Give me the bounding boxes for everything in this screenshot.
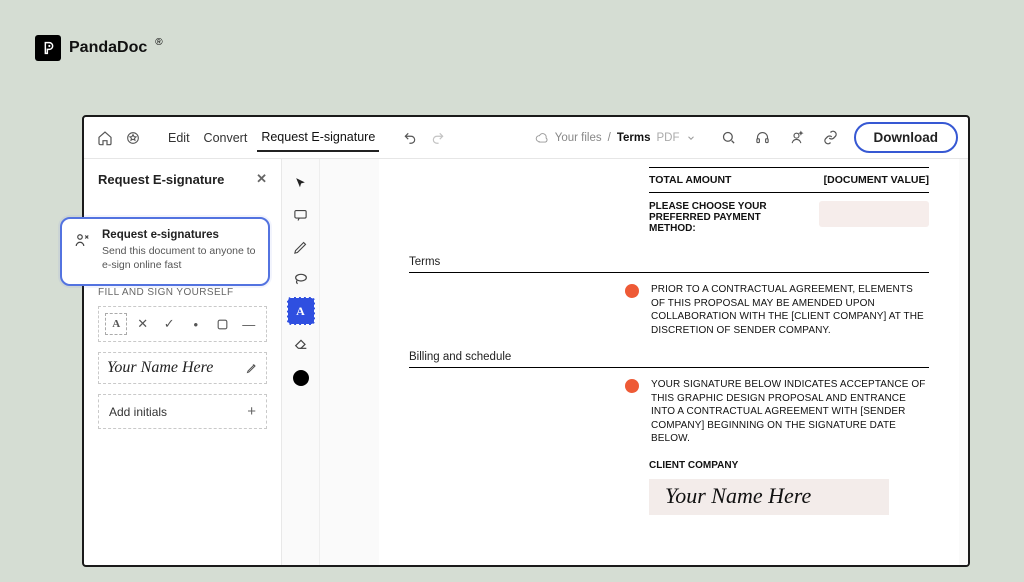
text-tool-icon[interactable]: A — [105, 313, 127, 335]
document-canvas[interactable]: TOTAL AMOUNT [DOCUMENT VALUE] PLEASE CHO… — [320, 159, 968, 565]
brand-mark — [35, 35, 61, 61]
color-picker[interactable] — [287, 361, 315, 389]
terms-paragraph: PRIOR TO A CONTRACTUAL AGREEMENT, ELEMEN… — [651, 283, 929, 337]
cursor-tool-icon[interactable] — [287, 169, 315, 197]
add-text-tool-icon[interactable]: A — [287, 297, 315, 325]
star-icon[interactable] — [122, 127, 144, 149]
link-icon[interactable] — [820, 127, 842, 149]
menu-convert[interactable]: Convert — [200, 125, 252, 151]
billing-paragraph: YOUR SIGNATURE BELOW INDICATES ACCEPTANC… — [651, 378, 929, 446]
check-tool-icon[interactable]: ✓ — [158, 313, 180, 335]
download-button[interactable]: Download — [854, 122, 959, 153]
cross-tool-icon[interactable]: ✕ — [132, 313, 154, 335]
bullet-marker-icon — [625, 284, 639, 298]
box-tool-icon[interactable] — [211, 313, 233, 335]
breadcrumb[interactable]: Your files / Terms PDF — [535, 131, 696, 145]
payment-prompt: PLEASE CHOOSE YOUR PREFERRED PAYMENT MET… — [649, 201, 799, 234]
chevron-down-icon — [686, 133, 696, 143]
signature-placeholder: Your Name Here — [107, 359, 213, 377]
edit-pen-icon[interactable] — [246, 362, 258, 374]
callout-title: Request e-signatures — [102, 229, 256, 241]
document-page: TOTAL AMOUNT [DOCUMENT VALUE] PLEASE CHO… — [379, 159, 959, 565]
redo-icon[interactable] — [427, 127, 449, 149]
comment-tool-icon[interactable] — [287, 201, 315, 229]
color-swatch-black — [293, 370, 309, 386]
tool-rail: A — [282, 159, 320, 565]
brand-logo: PandaDoc® — [35, 35, 163, 61]
breadcrumb-root: Your files — [555, 132, 602, 144]
section-heading-terms: Terms — [409, 256, 929, 273]
fill-sign-label: FILL AND SIGN YOURSELF — [84, 287, 281, 306]
close-icon[interactable]: ✕ — [256, 171, 267, 187]
lasso-tool-icon[interactable] — [287, 265, 315, 293]
dot-tool-icon[interactable]: • — [185, 313, 207, 335]
callout-desc: Send this document to anyone to e-sign o… — [102, 244, 256, 272]
section-heading-billing: Billing and schedule — [409, 351, 929, 368]
total-value: [DOCUMENT VALUE] — [824, 174, 929, 186]
cloud-icon — [535, 131, 549, 145]
home-icon[interactable] — [94, 127, 116, 149]
sparkle-user-icon[interactable] — [786, 127, 808, 149]
total-label: TOTAL AMOUNT — [649, 174, 731, 186]
signature-box[interactable]: Your Name Here — [649, 479, 889, 515]
search-icon[interactable] — [718, 127, 740, 149]
breadcrumb-current: Terms — [617, 132, 651, 144]
payment-method-field[interactable] — [819, 201, 929, 227]
signature-request-icon — [74, 231, 92, 272]
client-company-label: CLIENT COMPANY — [649, 460, 929, 471]
main-toolbar: Edit Convert Request E-signature Your fi… — [84, 117, 968, 159]
signature-text: Your Name Here — [665, 483, 811, 508]
plus-icon: + — [247, 403, 256, 420]
pen-tool-icon[interactable] — [287, 233, 315, 261]
request-signature-callout[interactable]: Request e-signatures Send this document … — [60, 217, 270, 286]
add-initials-label: Add initials — [109, 405, 167, 419]
breadcrumb-type: PDF — [657, 132, 680, 144]
sidebar-title: Request E-signature — [98, 172, 224, 187]
eraser-tool-icon[interactable] — [287, 329, 315, 357]
sign-tool-row: A ✕ ✓ • — — [98, 306, 267, 342]
line-tool-icon[interactable]: — — [238, 313, 260, 335]
signature-field[interactable]: Your Name Here — [98, 352, 267, 384]
brand-name: PandaDoc — [69, 39, 147, 57]
add-initials-button[interactable]: Add initials + — [98, 394, 267, 429]
bullet-marker-icon — [625, 379, 639, 393]
app-window: Edit Convert Request E-signature Your fi… — [82, 115, 970, 567]
menu-edit[interactable]: Edit — [164, 125, 194, 151]
menu-request-esignature[interactable]: Request E-signature — [257, 124, 379, 152]
undo-icon[interactable] — [399, 127, 421, 149]
headphones-icon[interactable] — [752, 127, 774, 149]
